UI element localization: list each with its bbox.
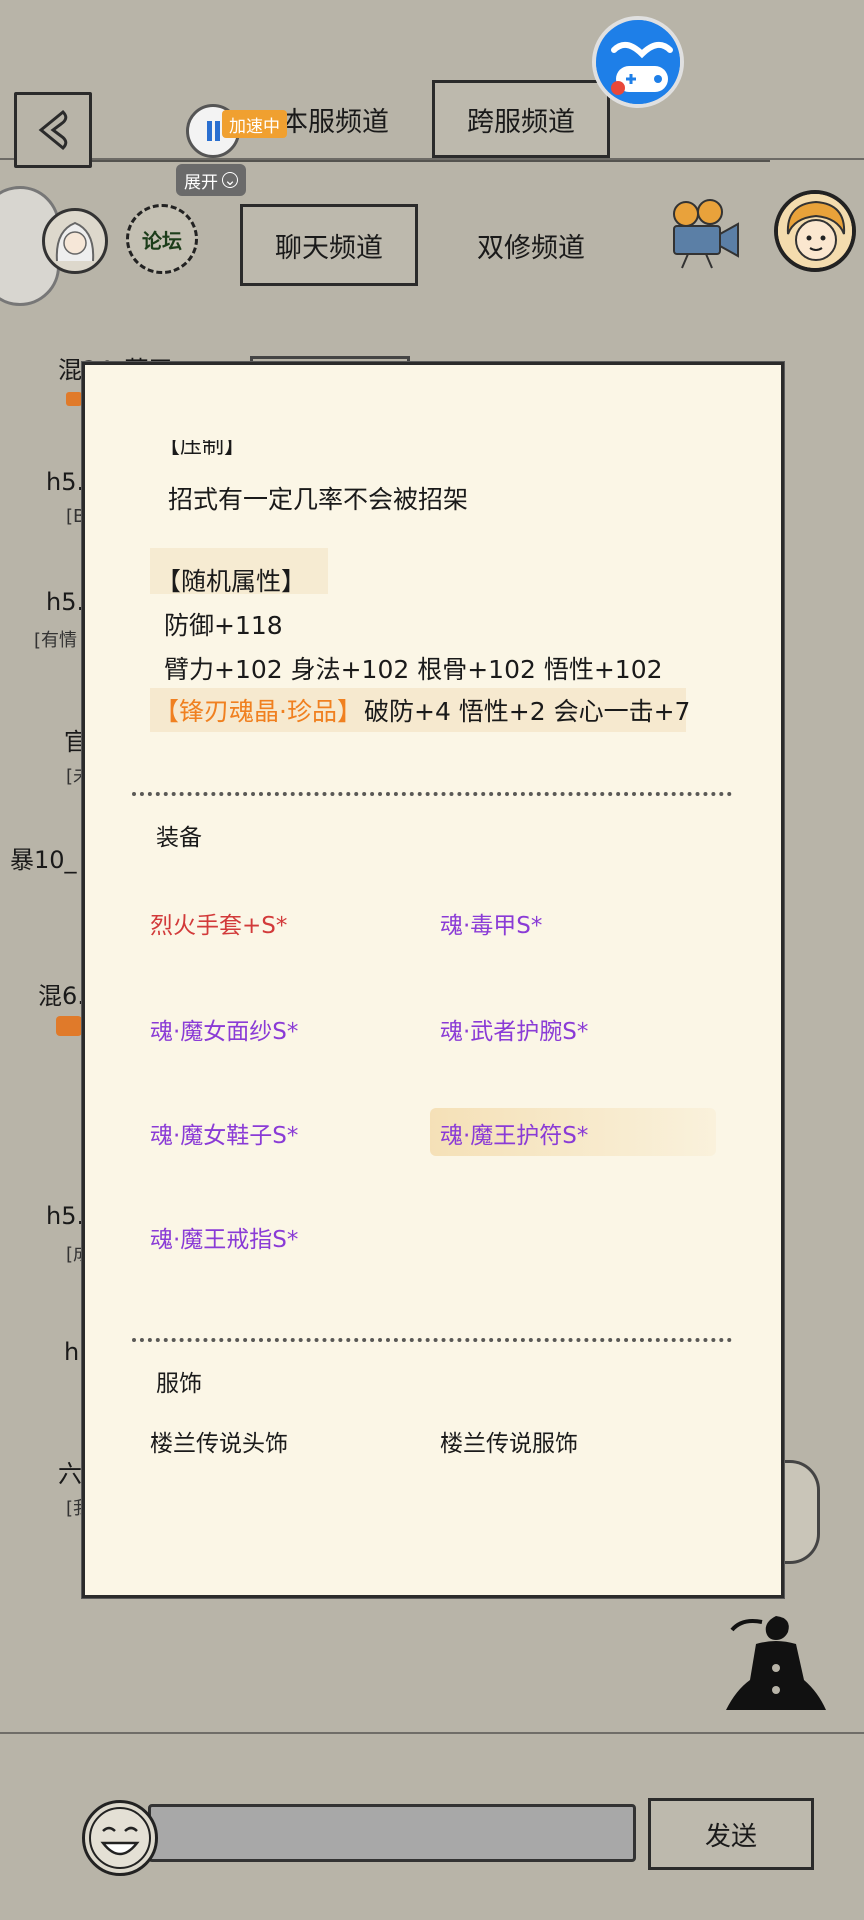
skill-description: 招式有一定几率不会被招架 <box>168 485 469 514</box>
expand-label: 展开 <box>184 172 218 193</box>
chat-row-sub: [有情 <box>34 630 78 651</box>
game-assistant-logo-icon[interactable] <box>592 16 684 108</box>
equipment-item[interactable]: 魂·武者护腕S* <box>440 1012 588 1046</box>
player-avatar[interactable] <box>774 190 856 272</box>
chat-input[interactable] <box>148 1804 636 1862</box>
accelerator-badge: 加速中 <box>222 110 287 138</box>
costume-item[interactable]: 楼兰传说服饰 <box>440 1424 578 1458</box>
chat-row-name: h5. <box>46 1202 85 1230</box>
bottom-divider <box>0 1732 864 1734</box>
top-divider-ink <box>90 160 770 162</box>
chat-row-name: h5. <box>46 468 85 496</box>
equipment-item[interactable]: 魂·魔女面纱S* <box>150 1012 298 1046</box>
defense-stat: 防御+118 <box>164 611 283 640</box>
back-arrow-icon <box>38 109 68 151</box>
gem-name: 【锋刃魂晶·珍品】 <box>154 697 362 726</box>
section-divider <box>132 1338 732 1342</box>
chat-row-name: 暴10_ <box>10 846 77 874</box>
expand-button[interactable]: 展开 ⌄ <box>176 164 246 196</box>
chat-row-name: h5. <box>46 588 85 616</box>
random-attributes-title: 【随机属性】 <box>156 567 307 596</box>
forum-label: 论坛 <box>142 228 182 253</box>
equipment-item[interactable]: 烈火手套+S* <box>150 906 287 940</box>
chat-title-badge <box>56 1016 82 1036</box>
tab-chat-channel[interactable]: 聊天频道 <box>240 204 418 286</box>
meditation-icon[interactable] <box>722 1610 830 1722</box>
chevron-down-icon: ⌄ <box>222 171 238 189</box>
equipment-item[interactable]: 魂·魔女鞋子S* <box>150 1116 298 1150</box>
costume-item[interactable]: 楼兰传说头饰 <box>150 1424 288 1458</box>
chat-bubble-edge <box>780 1460 820 1564</box>
tab-local-channel[interactable]: 本服频道 <box>270 80 400 158</box>
primary-stats: 臂力+102 身法+102 根骨+102 悟性+102 <box>164 655 663 684</box>
back-button[interactable] <box>14 92 92 168</box>
equipment-section-title: 装备 <box>156 825 202 851</box>
costume-section-title: 服饰 <box>156 1371 202 1397</box>
equipment-item[interactable]: 魂·魔王戒指S* <box>150 1220 298 1254</box>
tab-cross-server-channel[interactable]: 跨服频道 <box>432 80 610 158</box>
section-divider <box>132 792 732 796</box>
gem-effect: 破防+4 悟性+2 会心一击+7 <box>364 697 691 726</box>
forum-button[interactable]: 论坛 <box>126 204 198 274</box>
character-avatar-icon[interactable] <box>42 208 108 274</box>
equipment-item[interactable]: 魂·毒甲S* <box>440 906 542 940</box>
cut-section-header: 【压制】 <box>158 440 247 458</box>
chat-row-name: 六 <box>58 1460 82 1488</box>
send-button[interactable]: 发送 <box>648 1798 814 1870</box>
tab-dual-cultivation-channel[interactable]: 双修频道 <box>446 204 616 286</box>
emoji-face-icon[interactable] <box>82 1800 158 1876</box>
equipment-item[interactable]: 魂·魔王护符S* <box>440 1116 588 1150</box>
chat-row-name: 混6. <box>38 982 85 1010</box>
video-camera-icon[interactable] <box>664 196 744 270</box>
chat-title-badge <box>66 392 82 406</box>
